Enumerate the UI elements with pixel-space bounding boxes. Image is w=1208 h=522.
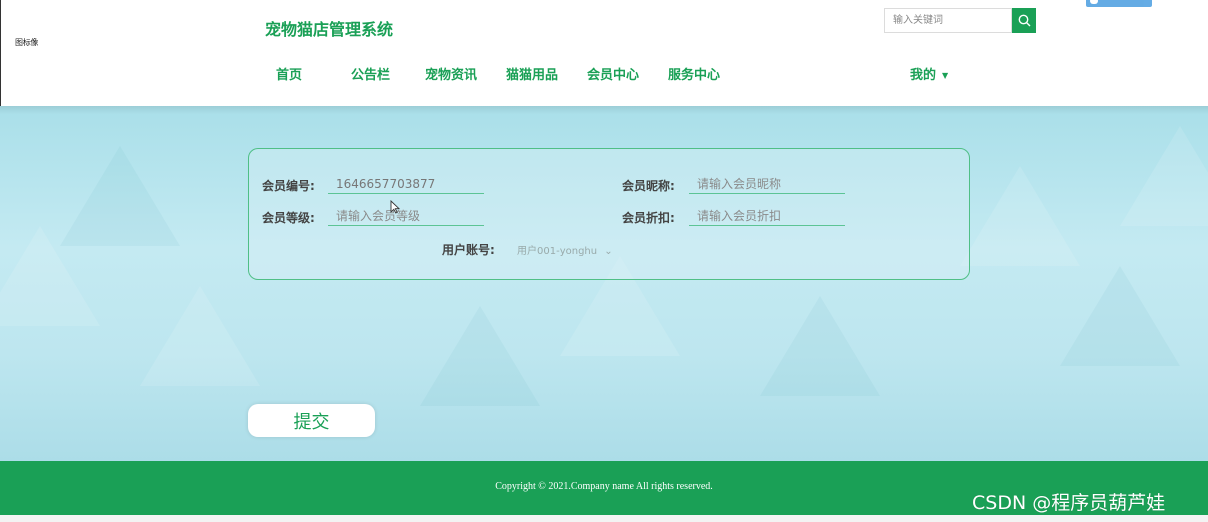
nav-item-pet-news[interactable]: 宠物资讯 [425,64,477,83]
search-button[interactable] [1012,8,1036,33]
submit-button[interactable]: 提交 [248,404,375,437]
user-account-selected: 用户001-yonghu [517,246,598,257]
member-discount-field[interactable] [689,206,845,226]
header: 图标像 宠物猫店管理系统 首页 公告栏 宠物资讯 猫猫用品 会员中心 服务中心 … [0,0,1208,106]
site-title[interactable]: 宠物猫店管理系统 [265,16,393,40]
nav-item-notice[interactable]: 公告栏 [351,64,390,83]
member-no-label: 会员编号: [262,179,315,193]
search-input[interactable] [884,8,1012,33]
member-nickname-field[interactable] [689,174,845,194]
chevron-down-icon: ⌄ [604,246,613,257]
search-icon [1018,14,1030,27]
widget-icon [1090,0,1098,4]
corner-widget[interactable] [1086,0,1152,7]
nav-item-home[interactable]: 首页 [276,64,302,83]
logo-image-placeholder: 图标像 [15,38,39,47]
nav-item-cat-supplies[interactable]: 猫猫用品 [506,64,558,83]
caret-down-icon: ▼ [942,71,949,80]
nav-item-member-center[interactable]: 会员中心 [587,64,639,83]
nav-item-service-center[interactable]: 服务中心 [668,64,720,83]
my-account-label: 我的 [910,68,937,83]
member-form: 会员编号: 会员昵称: 会员等级: 会员折扣: 用户账号: 用户001-yong… [248,148,970,280]
watermark: CSDN @程序员葫芦娃 [972,492,1166,514]
member-no-field[interactable] [328,174,484,194]
member-discount-label: 会员折扣: [622,211,675,225]
member-level-label: 会员等级: [262,211,315,225]
page: 图标像 宠物猫店管理系统 首页 公告栏 宠物资讯 猫猫用品 会员中心 服务中心 … [0,0,1208,522]
my-account-menu[interactable]: 我的 ▼ [910,64,948,83]
member-nickname-label: 会员昵称: [622,179,675,193]
user-account-label: 用户账号: [442,243,495,257]
search-box [884,8,1036,33]
user-account-select[interactable]: 用户001-yonghu ⌄ [517,242,613,257]
mouse-cursor-icon [390,200,400,214]
member-level-field[interactable] [328,206,484,226]
main-content: 会员编号: 会员昵称: 会员等级: 会员折扣: 用户账号: 用户001-yong… [0,106,1208,461]
